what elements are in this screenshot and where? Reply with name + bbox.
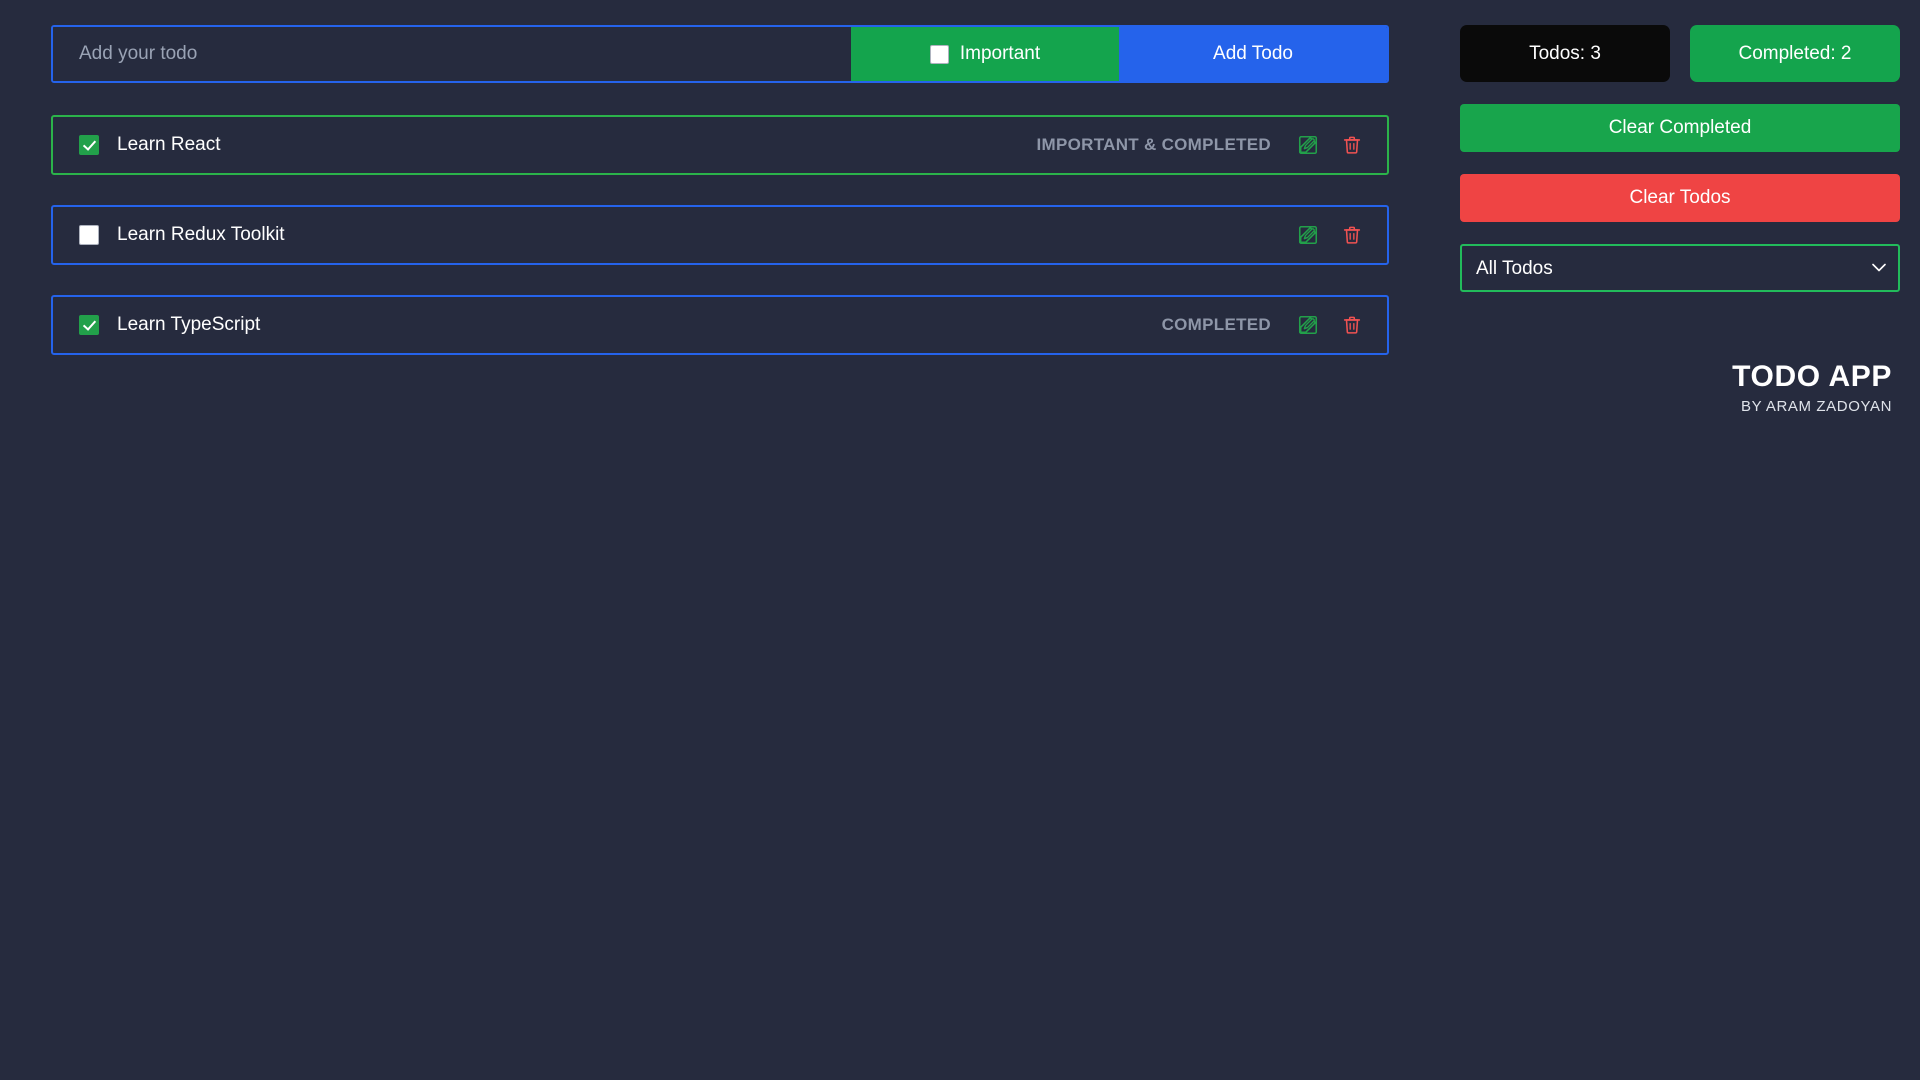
todo-complete-checkbox[interactable] (79, 225, 99, 245)
edit-icon[interactable] (1297, 134, 1319, 156)
edit-icon[interactable] (1297, 314, 1319, 336)
todos-count-badge: Todos: 3 (1460, 25, 1670, 82)
main-column: Important Add Todo Learn React IMPORTANT … (51, 25, 1389, 385)
todo-text: Learn TypeScript (117, 314, 261, 335)
todo-text: Learn Redux Toolkit (117, 224, 285, 245)
todo-actions (1297, 314, 1363, 336)
add-todo-label: Add Todo (1213, 43, 1293, 64)
sidebar: Todos: 3 Completed: 2 Clear Completed Cl… (1460, 25, 1900, 415)
todo-list: Learn React IMPORTANT & COMPLETED Learn Re… (51, 115, 1389, 355)
important-checkbox[interactable] (929, 44, 949, 64)
todo-complete-checkbox[interactable] (79, 315, 99, 335)
add-todo-button[interactable]: Add Todo (1119, 27, 1387, 81)
todo-text-input[interactable] (53, 27, 851, 81)
todo-row: Learn Redux Toolkit (51, 205, 1389, 265)
todo-row: Learn TypeScript COMPLETED (51, 295, 1389, 355)
completed-count-label: Completed: 2 (1738, 42, 1852, 64)
clear-completed-button[interactable]: Clear Completed (1460, 104, 1900, 152)
todo-actions (1297, 224, 1363, 246)
filter-select-wrapper: All Todos (1460, 244, 1900, 292)
app-title: TODO APP (1732, 360, 1892, 393)
app-author: BY ARAM ZADOYAN (1741, 398, 1892, 415)
todo-status-badge: COMPLETED (1161, 315, 1271, 334)
todo-complete-checkbox[interactable] (79, 135, 99, 155)
clear-todos-button[interactable]: Clear Todos (1460, 174, 1900, 222)
todo-app-root: Important Add Todo Learn React IMPORTANT … (0, 0, 1920, 1080)
filter-select[interactable]: All Todos (1460, 244, 1900, 292)
clear-todos-label: Clear Todos (1629, 187, 1731, 208)
branding: TODO APP BY ARAM ZADOYAN (1460, 360, 1900, 415)
clear-completed-label: Clear Completed (1608, 117, 1752, 138)
todo-actions (1297, 134, 1363, 156)
trash-icon[interactable] (1341, 134, 1363, 156)
todos-count-label: Todos: 3 (1529, 42, 1601, 64)
important-toggle-label: Important (959, 43, 1041, 64)
todo-text: Learn React (117, 134, 221, 155)
completed-count-badge: Completed: 2 (1690, 25, 1900, 82)
edit-icon[interactable] (1297, 224, 1319, 246)
add-todo-form: Important Add Todo (51, 25, 1389, 83)
todo-status-badge: IMPORTANT & COMPLETED (1036, 135, 1271, 154)
important-toggle-button[interactable]: Important (851, 27, 1119, 81)
counters-row: Todos: 3 Completed: 2 (1460, 25, 1900, 82)
trash-icon[interactable] (1341, 224, 1363, 246)
trash-icon[interactable] (1341, 314, 1363, 336)
todo-row: Learn React IMPORTANT & COMPLETED (51, 115, 1389, 175)
